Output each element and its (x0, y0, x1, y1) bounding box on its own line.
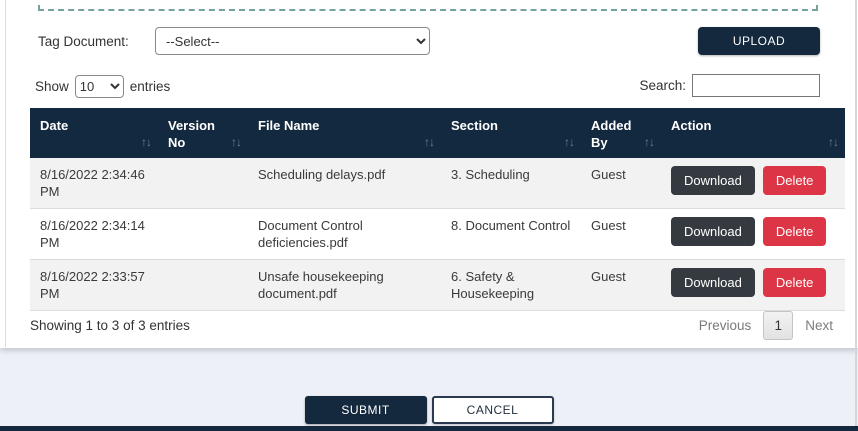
document-upload-page: Tag Document: --Select-- UPLOAD Show 10 … (0, 0, 858, 431)
pagination: Previous 1 Next (687, 310, 845, 340)
cell-file-name: Scheduling delays.pdf (248, 158, 441, 209)
cell-action: Download Delete (661, 208, 845, 260)
sort-icon[interactable]: ↑↓ (424, 134, 435, 151)
search-label: Search: (639, 78, 686, 93)
cell-version-no (158, 158, 248, 209)
sort-icon[interactable]: ↑↓ (231, 134, 242, 151)
cell-added-by: Guest (581, 259, 661, 311)
download-button[interactable]: Download (671, 268, 755, 297)
cell-file-name: Document Control deficiencies.pdf (248, 208, 441, 260)
cell-added-by: Guest (581, 158, 661, 209)
cell-section: 3. Scheduling (441, 158, 581, 209)
download-button[interactable]: Download (671, 166, 755, 195)
bottom-navy-bar (0, 426, 858, 431)
next-page-button[interactable]: Next (793, 312, 845, 339)
tag-document-label: Tag Document: (38, 34, 129, 49)
sort-icon[interactable]: ↑↓ (644, 134, 655, 151)
column-header-section[interactable]: Section ↑↓ (441, 108, 581, 158)
cell-file-name: Unsafe housekeeping document.pdf (248, 259, 441, 311)
cell-added-by: Guest (581, 208, 661, 260)
search-input[interactable] (692, 74, 820, 97)
cell-date: 8/16/2022 2:33:57 PM (30, 259, 158, 311)
column-header-added-by[interactable]: Added By ↑↓ (581, 108, 661, 158)
tag-document-select[interactable]: --Select-- (155, 27, 430, 55)
table-row: 8/16/2022 2:34:46 PM Scheduling delays.p… (30, 158, 845, 209)
upload-button[interactable]: UPLOAD (698, 27, 820, 55)
download-button[interactable]: Download (671, 217, 755, 246)
entries-info: Showing 1 to 3 of 3 entries (30, 317, 190, 333)
cell-section: 8. Document Control (441, 208, 581, 260)
cancel-button[interactable]: CANCEL (431, 396, 554, 424)
table-footer: Showing 1 to 3 of 3 entries Previous 1 N… (30, 306, 845, 344)
entries-label: entries (129, 79, 171, 94)
form-actions: SUBMIT CANCEL (0, 396, 858, 424)
delete-button[interactable]: Delete (762, 268, 827, 297)
content-card: Tag Document: --Select-- UPLOAD Show 10 … (0, 0, 858, 348)
column-header-version-no[interactable]: Version No ↑↓ (158, 108, 248, 158)
table-row: 8/16/2022 2:34:14 PM Document Control de… (30, 208, 845, 260)
page-number-button[interactable]: 1 (763, 310, 794, 340)
cell-date: 8/16/2022 2:34:46 PM (30, 158, 158, 209)
cell-action: Download Delete (661, 259, 845, 311)
table-row: 8/16/2022 2:33:57 PM Unsafe housekeeping… (30, 259, 845, 311)
cell-date: 8/16/2022 2:34:14 PM (30, 208, 158, 260)
right-edge-divider (855, 0, 857, 426)
documents-table: Date ↑↓ Version No ↑↓ File Name ↑↓ Secti… (30, 108, 845, 311)
upload-dropzone-bottom-edge (38, 0, 818, 11)
show-label: Show (35, 79, 69, 94)
submit-button[interactable]: SUBMIT (304, 396, 427, 424)
cell-action: Download Delete (661, 158, 845, 209)
cell-version-no (158, 208, 248, 260)
delete-button[interactable]: Delete (762, 217, 827, 246)
column-header-file-name[interactable]: File Name ↑↓ (248, 108, 441, 158)
table-header: Date ↑↓ Version No ↑↓ File Name ↑↓ Secti… (30, 108, 845, 158)
cell-version-no (158, 259, 248, 311)
delete-button[interactable]: Delete (762, 166, 827, 195)
search-control: Search: (639, 74, 820, 97)
page-length-control: Show 10 entries (35, 75, 170, 98)
sort-icon[interactable]: ↑↓ (828, 134, 839, 151)
sort-icon[interactable]: ↑↓ (564, 134, 575, 151)
previous-page-button[interactable]: Previous (687, 312, 764, 339)
left-edge-divider (5, 0, 6, 347)
entries-select[interactable]: 10 (74, 75, 124, 98)
sort-icon[interactable]: ↑↓ (141, 134, 152, 151)
column-header-action[interactable]: Action ↑↓ (661, 108, 845, 158)
column-header-date[interactable]: Date ↑↓ (30, 108, 158, 158)
cell-section: 6. Safety & Housekeeping (441, 259, 581, 311)
